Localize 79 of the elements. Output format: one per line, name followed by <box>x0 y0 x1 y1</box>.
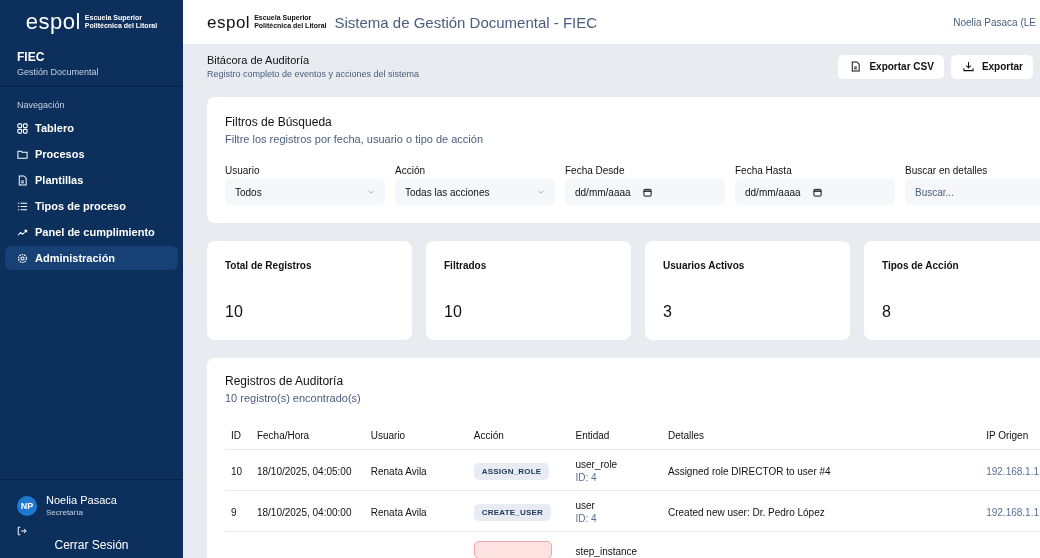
entity-name: user <box>575 500 596 511</box>
field-label: Usuario <box>225 165 261 176</box>
table-cell: Renata Avila <box>370 506 427 518</box>
table-cell: 9 <box>231 506 237 518</box>
stat-value: 8 <box>882 303 892 321</box>
card-subtitle: Filtre los registros por fecha, usuario o tipo de acción <box>225 133 485 145</box>
entity-id: ID: 4 <box>575 472 598 483</box>
select-field[interactable]: Todas las acciones <box>395 179 555 205</box>
user-name: Noelia Pasaca <box>46 494 117 506</box>
page-subtitle: Registro completo de eventos y acciones del sistema <box>207 69 420 79</box>
user-role: Secretaría <box>46 508 84 517</box>
action-badge: CREATE_USER <box>473 503 551 521</box>
nav-item[interactable]: Procesos <box>5 142 178 166</box>
search-field[interactable]: Buscar... <box>905 179 1040 205</box>
folder-icon <box>17 148 28 160</box>
field-label: Fecha Hasta <box>735 165 793 176</box>
download-icon <box>962 61 974 72</box>
ip-address: 192.168.1.1 <box>986 465 1039 477</box>
settings-icon <box>17 252 28 264</box>
ip-address: 192.168.1.1 <box>986 506 1039 518</box>
column-header: Usuario <box>364 420 468 450</box>
table-cell: Created new user: Dr. Pedro López <box>667 506 825 518</box>
export-button[interactable]: Exportar <box>950 54 1033 79</box>
nav-item[interactable]: Plantillas <box>5 168 178 192</box>
stat-label: Total de Registros <box>225 260 313 271</box>
column-header: Acción <box>467 420 570 450</box>
document-icon <box>850 61 862 72</box>
page-title: Bitácora de Auditoría <box>207 54 311 66</box>
calendar-icon <box>642 187 652 197</box>
table-cell: 10 <box>231 465 243 477</box>
field-label: Fecha Desde <box>565 165 626 176</box>
entity-id: ID: 4 <box>575 513 598 524</box>
stat-value: 10 <box>225 303 244 321</box>
nav-item[interactable]: Tablero <box>5 116 178 140</box>
card-title: Registros de Auditoría <box>225 374 345 388</box>
app-title: Sistema de Gestión Documental - FIEC <box>334 13 598 31</box>
logout-button[interactable]: Cerrar Sesión <box>54 536 129 554</box>
calendar-icon <box>812 187 822 197</box>
column-header: Entidad <box>569 420 662 450</box>
card-title: Filtros de Búsqueda <box>225 115 333 129</box>
record-count: 10 registro(s) encontrado(s) <box>225 392 362 404</box>
user-avatar: NP <box>17 495 37 516</box>
stat-value: 10 <box>444 303 463 321</box>
grid-icon <box>17 122 28 134</box>
list-icon <box>17 200 28 212</box>
date-field[interactable]: dd/mm/aaaa <box>565 179 725 205</box>
entity-name: step_instance <box>575 545 639 557</box>
stat-label: Usuarios Activos <box>663 260 746 271</box>
chevron-icon <box>367 188 375 196</box>
field-label: Buscar en detalles <box>905 165 989 176</box>
column-header: Detalles <box>661 420 981 450</box>
logo-wordmark: espol <box>207 13 251 31</box>
date-field[interactable]: dd/mm/aaaa <box>735 179 895 205</box>
export-button[interactable]: Exportar CSV <box>838 54 944 79</box>
stat-label: Filtrados <box>444 260 488 271</box>
action-badge: ASSIGN_ROLE <box>473 462 550 480</box>
column-header: ID <box>225 420 251 450</box>
column-header: Fecha/Hora <box>250 420 365 450</box>
chevron-icon <box>537 188 545 196</box>
table-cell: 18/10/2025, 04:00:00 <box>256 506 352 518</box>
nav-item[interactable]: Panel de cumplimiento <box>5 220 178 244</box>
nav-item[interactable]: Tipos de proceso <box>5 194 178 218</box>
user-name: Noelia Pasaca (LE <box>953 16 1036 28</box>
logout-icon[interactable] <box>17 526 27 536</box>
field-label: Acción <box>395 165 426 176</box>
table-cell: 18/10/2025, 04:05:00 <box>256 465 352 477</box>
stat-value: 3 <box>663 303 673 321</box>
org-name: FIEC <box>17 50 46 64</box>
nav-heading: Navegación <box>16 99 66 112</box>
logo-wordmark: espol <box>25 11 81 33</box>
stat-label: Tipos de Acción <box>882 260 960 271</box>
entity-name: user_role <box>575 459 619 470</box>
table-cell: Renata Avila <box>370 465 427 477</box>
document-icon <box>17 174 28 186</box>
table-cell: Assigned role DIRECTOR to user #4 <box>667 465 831 477</box>
org-subtitle: Gestión Documental <box>17 67 100 77</box>
column-header: IP Origen <box>980 420 1040 450</box>
nav-item[interactable]: Administración <box>5 246 178 270</box>
select-field[interactable]: Todos <box>225 179 385 205</box>
